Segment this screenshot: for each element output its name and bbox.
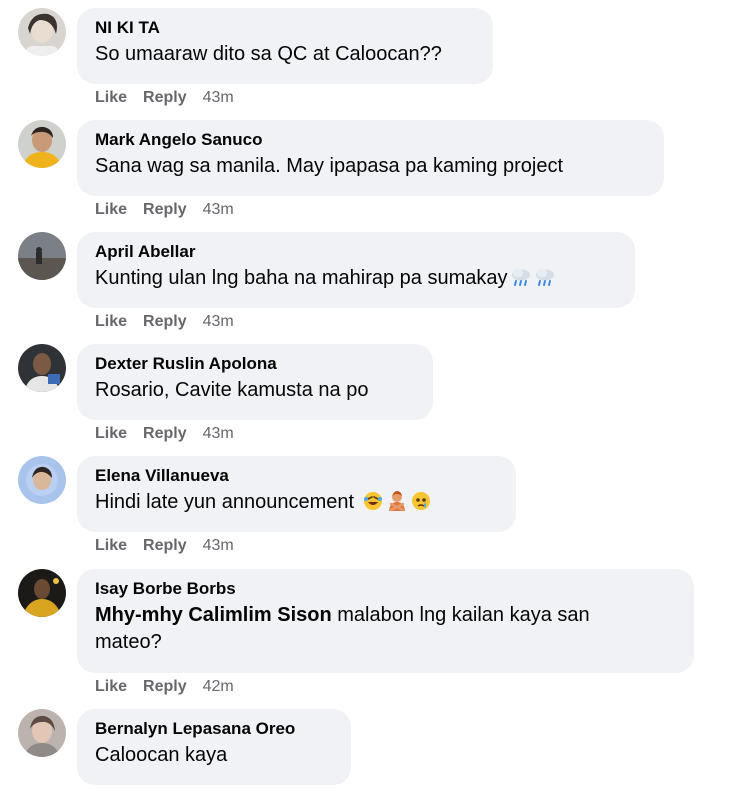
reply-button[interactable]: Reply <box>143 537 187 554</box>
comment-text: Caloocan kaya <box>95 744 228 766</box>
comment-bubble: April Abellar Kunting ulan lng baha na m… <box>77 232 635 308</box>
comment-actions: Like Reply 43m <box>95 312 234 332</box>
rolling-on-floor-laughing-emoji <box>362 490 384 512</box>
comment-text-content: Hindi late yun announcement <box>95 491 355 513</box>
comment-text-content: Kunting ulan lng baha na mahirap pa suma… <box>95 267 508 289</box>
comment-timestamp[interactable]: 43m <box>203 201 234 218</box>
person-gesturing-no-emoji <box>386 490 408 512</box>
comment-bubble: Bernalyn Lepasana Oreo Caloocan kaya <box>77 709 351 785</box>
comment-author[interactable]: Elena Villanueva <box>95 465 500 487</box>
comment-text: Hindi late yun announcement <box>95 489 500 516</box>
comment-text-content: malabon lng kailan kaya san <box>331 604 590 626</box>
comment-author[interactable]: NI KI TA <box>95 17 477 39</box>
cloud-with-rain-emoji <box>510 266 532 288</box>
avatar[interactable] <box>18 344 66 392</box>
comment-bubble: Isay Borbe Borbs Mhy-mhy Calimlim Sison … <box>77 569 694 673</box>
comment-text: Mhy-mhy Calimlim Sison malabon lng kaila… <box>95 602 678 656</box>
comment-bubble: Dexter Ruslin Apolona Rosario, Cavite ka… <box>77 344 433 420</box>
comment-author[interactable]: Mark Angelo Sanuco <box>95 129 648 151</box>
comment-timestamp[interactable]: 43m <box>203 313 234 330</box>
cloud-with-rain-emoji <box>534 266 556 288</box>
avatar[interactable] <box>18 709 66 757</box>
reply-button[interactable]: Reply <box>143 89 187 106</box>
comment-actions: Like Reply 43m <box>95 88 234 108</box>
comment-author[interactable]: Bernalyn Lepasana Oreo <box>95 718 335 740</box>
comment-bubble: NI KI TA So umaaraw dito sa QC at Calooc… <box>77 8 493 84</box>
comment-actions: Like Reply 42m <box>95 677 234 697</box>
reply-button[interactable]: Reply <box>143 201 187 218</box>
comment-timestamp[interactable]: 42m <box>203 678 234 695</box>
avatar[interactable] <box>18 569 66 617</box>
comment-text: Kunting ulan lng baha na mahirap pa suma… <box>95 265 619 292</box>
comment-timestamp[interactable]: 43m <box>203 89 234 106</box>
comment-author[interactable]: Dexter Ruslin Apolona <box>95 353 417 375</box>
comment-timestamp[interactable]: 43m <box>203 537 234 554</box>
comment-text-content: mateo? <box>95 631 162 653</box>
face-holding-back-tears-emoji <box>410 490 432 512</box>
avatar[interactable] <box>18 232 66 280</box>
like-button[interactable]: Like <box>95 313 127 330</box>
reply-button[interactable]: Reply <box>143 425 187 442</box>
avatar[interactable] <box>18 8 66 56</box>
mention-link[interactable]: Mhy-mhy Calimlim Sison <box>95 604 332 626</box>
reply-button[interactable]: Reply <box>143 678 187 695</box>
comment-text: So umaaraw dito sa QC at Caloocan?? <box>95 43 442 65</box>
comment-actions: Like Reply 43m <box>95 536 234 556</box>
avatar[interactable] <box>18 120 66 168</box>
comment-actions: Like Reply 43m <box>95 200 234 220</box>
like-button[interactable]: Like <box>95 89 127 106</box>
avatar[interactable] <box>18 456 66 504</box>
comment-actions: Like Reply 43m <box>95 424 234 444</box>
comment-timestamp[interactable]: 43m <box>203 425 234 442</box>
like-button[interactable]: Like <box>95 201 127 218</box>
comment-author[interactable]: April Abellar <box>95 241 619 263</box>
like-button[interactable]: Like <box>95 537 127 554</box>
like-button[interactable]: Like <box>95 678 127 695</box>
comment-text: Rosario, Cavite kamusta na po <box>95 379 369 401</box>
comment-text: Sana wag sa manila. May ipapasa pa kamin… <box>95 155 564 177</box>
like-button[interactable]: Like <box>95 425 127 442</box>
reply-button[interactable]: Reply <box>143 313 187 330</box>
comment-author[interactable]: Isay Borbe Borbs <box>95 578 678 600</box>
comment-bubble: Mark Angelo Sanuco Sana wag sa manila. M… <box>77 120 664 196</box>
comment-bubble: Elena Villanueva Hindi late yun announce… <box>77 456 516 532</box>
